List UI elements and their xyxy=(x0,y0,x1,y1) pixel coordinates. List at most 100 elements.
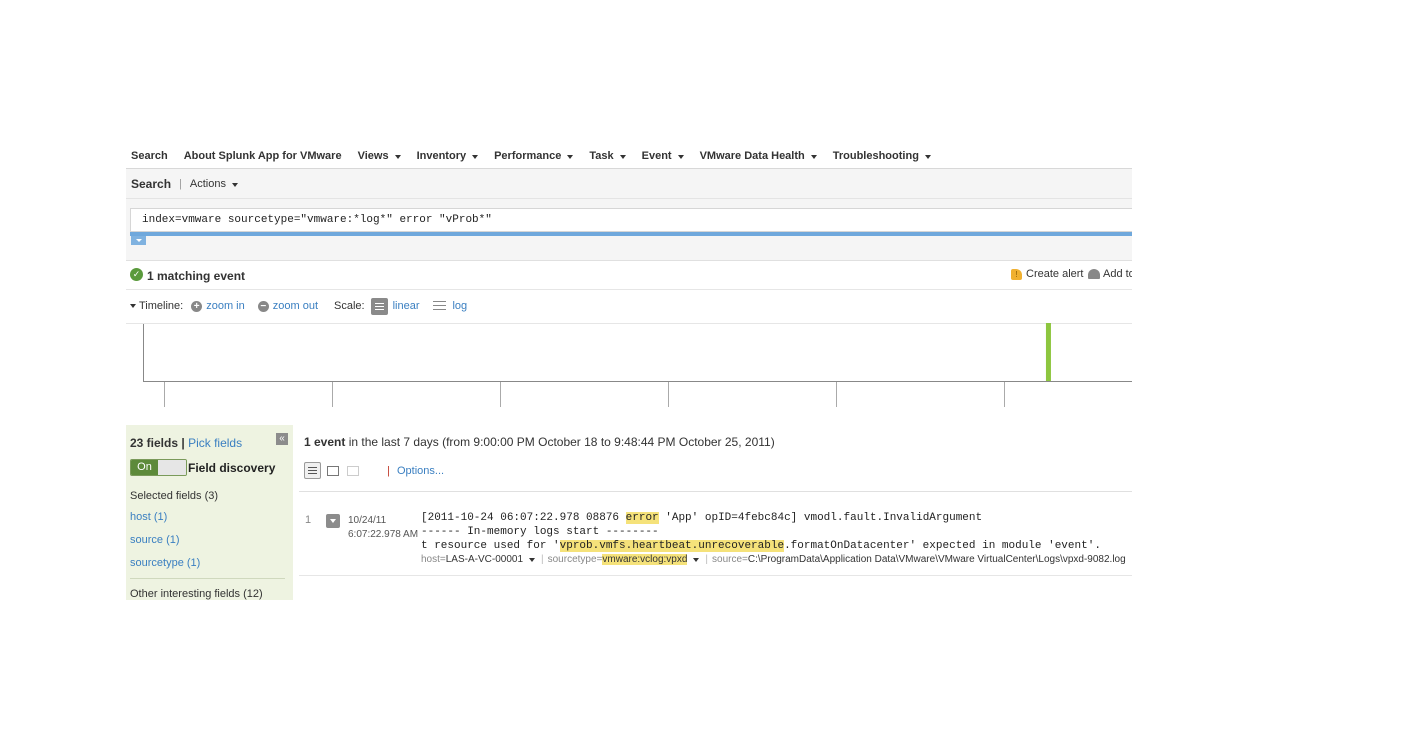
field-source-link[interactable]: source (1) xyxy=(130,534,180,546)
chevron-down-icon xyxy=(924,154,931,159)
event-number: 1 xyxy=(305,514,312,526)
sourcetype-key: sourcetype= xyxy=(547,554,603,565)
results-area: 23 fields | Pick fields « On Field disco… xyxy=(126,425,1132,600)
linear-scale-icon[interactable] xyxy=(370,297,388,315)
options-link[interactable]: Options... xyxy=(397,465,444,477)
dashboard-icon xyxy=(1088,269,1100,279)
timeline-label: Timeline: xyxy=(139,300,184,312)
nav-item-inventory[interactable]: Inventory xyxy=(412,150,487,162)
nav-item-label: Views xyxy=(357,149,389,162)
fields-sidebar: 23 fields | Pick fields « On Field disco… xyxy=(126,425,293,600)
source-value[interactable]: C:\ProgramData\Application Data\VMware\V… xyxy=(748,554,1126,565)
chevron-down-icon xyxy=(394,154,401,159)
field-host-link[interactable]: host (1) xyxy=(130,511,167,523)
event-count: 1 event xyxy=(304,435,346,449)
actions-menu[interactable]: Actions xyxy=(190,178,238,190)
nav-item-views[interactable]: Views xyxy=(353,150,409,162)
events-panel: 1 event in the last 7 days (from 9:00:00… xyxy=(294,425,1132,600)
add-to-dashboard-button[interactable]: Add to xyxy=(1088,268,1132,280)
create-alert-button[interactable]: ! Create alert xyxy=(1011,268,1083,280)
pick-fields-link[interactable]: Pick fields xyxy=(188,436,242,450)
event-metadata: host= LAS-A-VC-00001 | sourcetype= vmwar… xyxy=(421,554,1132,565)
nav-item-vmware-data-health[interactable]: VMware Data Health xyxy=(695,150,825,162)
highlight-vprob[interactable]: vprob.vmfs.heartbeat.unrecoverable xyxy=(559,540,785,552)
raw-line3-pre: t resource used for ' xyxy=(421,540,560,552)
timeline-svg xyxy=(126,323,1132,407)
raw-view-icon[interactable] xyxy=(347,465,359,476)
timeline-bar xyxy=(1045,323,1051,381)
raw-line3-post: .formatOnDatacenter' expected in module … xyxy=(784,540,1101,552)
results-summary: 1 event in the last 7 days (from 9:00:00… xyxy=(304,435,775,449)
toggle-knob xyxy=(158,460,186,475)
nav-item-label: Search xyxy=(131,149,168,162)
log-scale-link[interactable]: log xyxy=(452,300,467,312)
nav-item-label: Troubleshooting xyxy=(832,149,919,162)
log-scale-icon[interactable] xyxy=(433,300,447,312)
check-icon: ✓ xyxy=(130,268,143,281)
toggle-on-label: On xyxy=(131,460,158,475)
chevron-down-icon xyxy=(619,154,626,159)
nav-item-label: VMware Data Health xyxy=(699,149,805,162)
chevron-down-icon xyxy=(677,154,684,159)
collapse-sidebar-button[interactable]: « xyxy=(276,433,288,445)
list-view-icon[interactable] xyxy=(304,462,321,479)
expand-search-button[interactable] xyxy=(131,236,146,245)
field-discovery-label: Field discovery xyxy=(188,461,276,475)
chevron-down-icon xyxy=(810,154,817,159)
view-mode-buttons xyxy=(304,462,362,479)
nav-item-label: About Splunk App for VMware xyxy=(183,149,342,162)
create-alert-label: Create alert xyxy=(1026,268,1084,280)
event-divider xyxy=(299,575,1132,576)
meta-separator: | xyxy=(705,554,709,565)
host-value[interactable]: LAS-A-VC-00001 xyxy=(446,554,523,565)
selected-fields-label: Selected fields (3) xyxy=(130,490,219,502)
sidebar-divider xyxy=(130,578,285,579)
event-raw-text[interactable]: [2011-10-24 06:07:22.978 08876 error 'Ap… xyxy=(421,511,1101,553)
nav-item-label: Inventory xyxy=(416,149,467,162)
raw-line1-post: 'App' opID=4febc84c] vmodl.fault.Invalid… xyxy=(658,512,983,524)
nav-item-search[interactable]: Search xyxy=(126,150,176,162)
zoom-in-link[interactable]: zoom in xyxy=(206,300,245,312)
zoom-in-icon[interactable]: + xyxy=(191,300,203,312)
field-discovery-toggle[interactable]: On xyxy=(130,459,187,476)
host-key: host= xyxy=(421,554,446,565)
event-date: 10/24/11 xyxy=(348,515,387,526)
zoom-out-icon[interactable]: − xyxy=(257,300,269,312)
chevron-down-icon xyxy=(136,239,142,242)
table-view-icon[interactable] xyxy=(327,465,339,476)
nav-item-event[interactable]: Event xyxy=(637,150,692,162)
nav-item-label: Performance xyxy=(494,149,562,162)
linear-scale-link[interactable]: linear xyxy=(393,300,420,312)
fields-pipe: | xyxy=(181,436,185,450)
raw-line1-pre: [2011-10-24 06:07:22.978 08876 xyxy=(421,512,626,524)
search-header: Search | Actions xyxy=(126,169,1132,199)
search-title: Search xyxy=(131,176,172,191)
timeline-toggle-icon[interactable] xyxy=(130,304,136,308)
event-actions-button[interactable] xyxy=(326,514,340,528)
event-time: 6:07:22.978 AM xyxy=(348,529,419,540)
chevron-down-icon xyxy=(567,154,574,159)
field-sourcetype-link[interactable]: sourcetype (1) xyxy=(130,557,200,569)
chevron-down-icon[interactable] xyxy=(529,557,536,562)
options-pipe: | xyxy=(387,465,390,477)
chevron-down-icon xyxy=(231,182,238,187)
nav-item-troubleshooting[interactable]: Troubleshooting xyxy=(828,150,939,162)
highlight-error[interactable]: error xyxy=(625,512,659,524)
actions-label: Actions xyxy=(189,177,226,190)
results-divider xyxy=(299,491,1132,492)
bell-icon: ! xyxy=(1011,268,1022,280)
zoom-out-link[interactable]: zoom out xyxy=(273,300,318,312)
nav-item-task[interactable]: Task xyxy=(584,150,633,162)
event-timestamp: 10/24/11 6:07:22.978 AM xyxy=(348,514,418,542)
splunk-app: Search About Splunk App for VMware Views In… xyxy=(126,143,1132,600)
nav-item-label: Task xyxy=(589,149,614,162)
nav-item-about-splunk-app-for-vmware[interactable]: About Splunk App for VMware xyxy=(179,150,350,162)
search-input[interactable]: index=vmware sourcetype="vmware:*log*" e… xyxy=(130,208,1132,232)
scale-label: Scale: xyxy=(334,300,365,312)
chevron-down-icon xyxy=(472,154,479,159)
matching-event-count: 1 matching event xyxy=(147,269,246,283)
chevron-down-icon[interactable] xyxy=(693,557,700,562)
nav-item-performance[interactable]: Performance xyxy=(489,150,581,162)
timeline-chart[interactable] xyxy=(126,323,1132,407)
sourcetype-value[interactable]: vmware:vclog:vpxd xyxy=(602,554,688,565)
